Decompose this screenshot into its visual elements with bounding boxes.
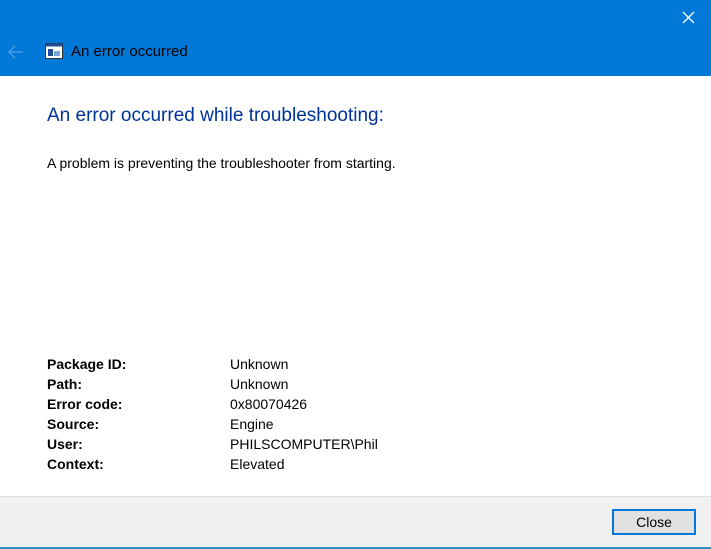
detail-row-source: Source: Engine	[47, 414, 378, 434]
detail-value: Elevated	[230, 456, 285, 472]
detail-row-error-code: Error code: 0x80070426	[47, 394, 378, 414]
close-icon[interactable]	[677, 6, 701, 30]
detail-value: Unknown	[230, 376, 289, 392]
close-button[interactable]: Close	[612, 509, 696, 535]
detail-value: PHILSCOMPUTER\Phil	[230, 436, 378, 452]
detail-row-context: Context: Elevated	[47, 454, 378, 474]
troubleshooter-app-icon	[45, 43, 63, 59]
detail-label: Path:	[47, 376, 82, 392]
window-title: An error occurred	[71, 43, 188, 60]
detail-value: Unknown	[230, 356, 289, 372]
title-bar: An error occurred	[0, 0, 711, 76]
detail-label: User:	[47, 436, 83, 452]
detail-row-package-id: Package ID: Unknown	[47, 354, 378, 374]
footer-bar: Close	[0, 496, 711, 549]
detail-row-user: User: PHILSCOMPUTER\Phil	[47, 434, 378, 454]
detail-label: Source:	[47, 416, 100, 432]
detail-label: Context:	[47, 456, 104, 472]
detail-value: 0x80070426	[230, 396, 308, 412]
error-details: Package ID: Unknown Path: Unknown Error …	[47, 354, 378, 474]
error-heading: An error occurred while troubleshooting:	[47, 105, 384, 126]
back-arrow-icon[interactable]	[6, 42, 26, 62]
error-message: A problem is preventing the troubleshoot…	[47, 155, 396, 171]
detail-row-path: Path: Unknown	[47, 374, 378, 394]
detail-label: Error code:	[47, 396, 123, 412]
detail-label: Package ID:	[47, 356, 127, 372]
detail-value: Engine	[230, 416, 274, 432]
